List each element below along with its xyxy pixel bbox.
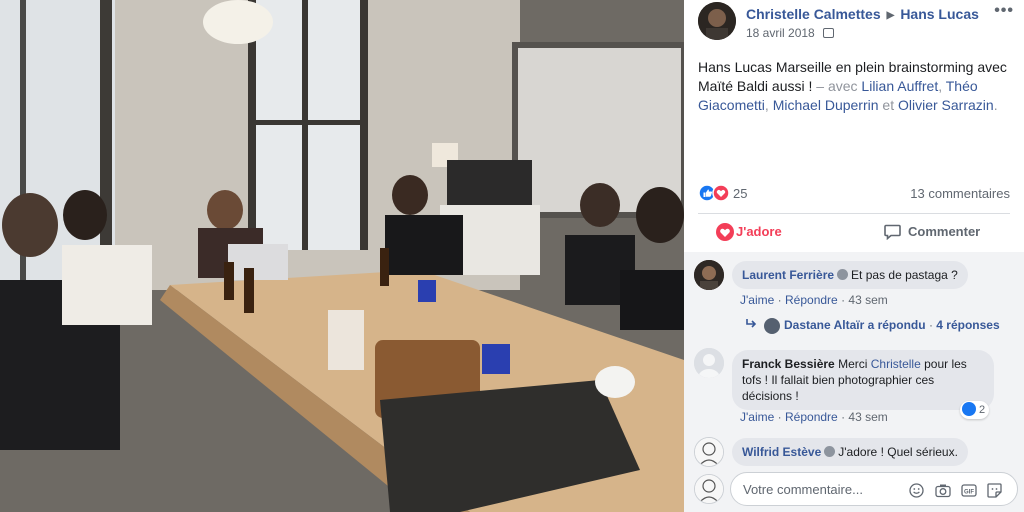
tag-separator: , [764, 97, 773, 113]
love-reaction-icon[interactable] [716, 223, 734, 246]
current-user-avatar [694, 474, 724, 504]
comment-author[interactable]: Wilfrid Estève [742, 445, 821, 459]
target-page-name[interactable]: Hans Lucas [900, 6, 979, 22]
like-icon [962, 402, 976, 416]
post-actions: J'adore Commenter [698, 218, 1010, 248]
comment-bubble: Laurent Ferrière Et pas de pastaga ? [732, 261, 968, 289]
meta-sep: · [841, 410, 846, 424]
tag-link[interactable]: Olivier Sarrazin [898, 97, 994, 113]
like-comment-link[interactable]: J'aime [740, 293, 774, 307]
reactions-count[interactable]: 25 [733, 186, 747, 201]
replies-text[interactable]: Dastane Altaïr a répondu [784, 318, 926, 332]
tag-link[interactable]: Michael Duperrin [773, 97, 879, 113]
camera-icon[interactable] [935, 483, 951, 498]
svg-text:GIF: GIF [964, 490, 974, 496]
more-options-icon[interactable]: ••• [994, 2, 1014, 20]
post-caption: Hans Lucas Marseille en plein brainstorm… [698, 58, 1016, 115]
meta-sep: · [777, 293, 782, 307]
comment-bubble: Franck Bessière Merci Christelle pour le… [732, 350, 994, 410]
comment-meta: J'aime · Répondre · 43 sem [740, 293, 888, 307]
reply-comment-link[interactable]: Répondre [785, 293, 838, 307]
comment-author[interactable]: Laurent Ferrière [742, 268, 834, 282]
tag-separator: , [938, 78, 946, 94]
comment-likes-badge[interactable]: 2 [960, 401, 990, 419]
comment-placeholder: Votre commentaire... [743, 482, 863, 497]
sticker-icon[interactable] [987, 483, 1002, 498]
post-date-line: 18 avril 2018 [746, 26, 835, 40]
comment-button[interactable]: Commenter [908, 224, 980, 239]
comment-bubble: Wilfrid Estève J'adore ! Quel sérieux. [732, 438, 968, 466]
post-side-panel: Christelle Calmettes ▶ Hans Lucas 18 avril… [684, 0, 1024, 512]
mention-link[interactable]: Christelle [871, 357, 921, 371]
tag-link[interactable]: Lilian Auffret [861, 78, 938, 94]
commenter-avatar[interactable] [694, 348, 724, 378]
comments-count[interactable]: 13 commentaires [910, 186, 1010, 201]
reply-comment-link[interactable]: Répondre [785, 410, 838, 424]
comment-meta: J'aime · Répondre · 43 sem [740, 410, 888, 424]
comment-composer: Votre commentaire... GIF [684, 468, 1024, 512]
author-avatar[interactable] [698, 2, 736, 40]
gif-icon[interactable]: GIF [961, 483, 977, 498]
reaction-icons[interactable] [698, 184, 732, 202]
replier-avatar[interactable] [764, 318, 780, 334]
meta-sep: · [928, 318, 933, 333]
shield-icon [837, 269, 849, 280]
comment-text: J'adore ! Quel sérieux. [838, 445, 958, 459]
audience-icon[interactable] [823, 28, 835, 38]
comment-icon[interactable] [884, 224, 901, 245]
commenter-avatar[interactable] [694, 437, 724, 467]
meta-sep: · [777, 410, 782, 424]
post-author-line: Christelle Calmettes ▶ Hans Lucas [746, 6, 979, 22]
comment-author[interactable]: Franck Bessière [742, 357, 835, 371]
tag-separator: et [878, 97, 898, 113]
arrow-right-icon: ▶ [886, 10, 895, 21]
caption-with: – avec [812, 78, 862, 94]
replies-count[interactable]: 4 réponses [936, 318, 999, 332]
comment-time[interactable]: 43 sem [848, 293, 887, 307]
replies-line[interactable]: Dastane Altaïr a répondu · 4 réponses [746, 318, 1000, 334]
post-stats: 25 13 commentaires [698, 183, 1010, 205]
like-comment-link[interactable]: J'aime [740, 410, 774, 424]
caption-end: . [993, 97, 998, 113]
comment-likes-count: 2 [979, 403, 986, 416]
love-button[interactable]: J'adore [736, 224, 782, 239]
reply-arrow-icon [746, 318, 758, 332]
commenter-avatar[interactable] [694, 260, 724, 290]
comment-time[interactable]: 43 sem [848, 410, 887, 424]
comment-text: Et pas de pastaga ? [851, 268, 958, 282]
brainstorming-photo [0, 0, 684, 512]
divider [698, 213, 1010, 214]
post-date[interactable]: 18 avril 2018 [746, 26, 815, 40]
meta-sep: · [841, 293, 846, 307]
comment-text-before: Merci [838, 357, 871, 371]
shield-icon [824, 446, 836, 457]
emoji-icon[interactable] [909, 483, 924, 498]
post-photo[interactable] [0, 0, 684, 512]
author-name[interactable]: Christelle Calmettes [746, 6, 881, 22]
post-header: Christelle Calmettes ▶ Hans Lucas 18 avril… [698, 2, 1018, 44]
comment-input[interactable]: Votre commentaire... GIF [730, 472, 1018, 506]
